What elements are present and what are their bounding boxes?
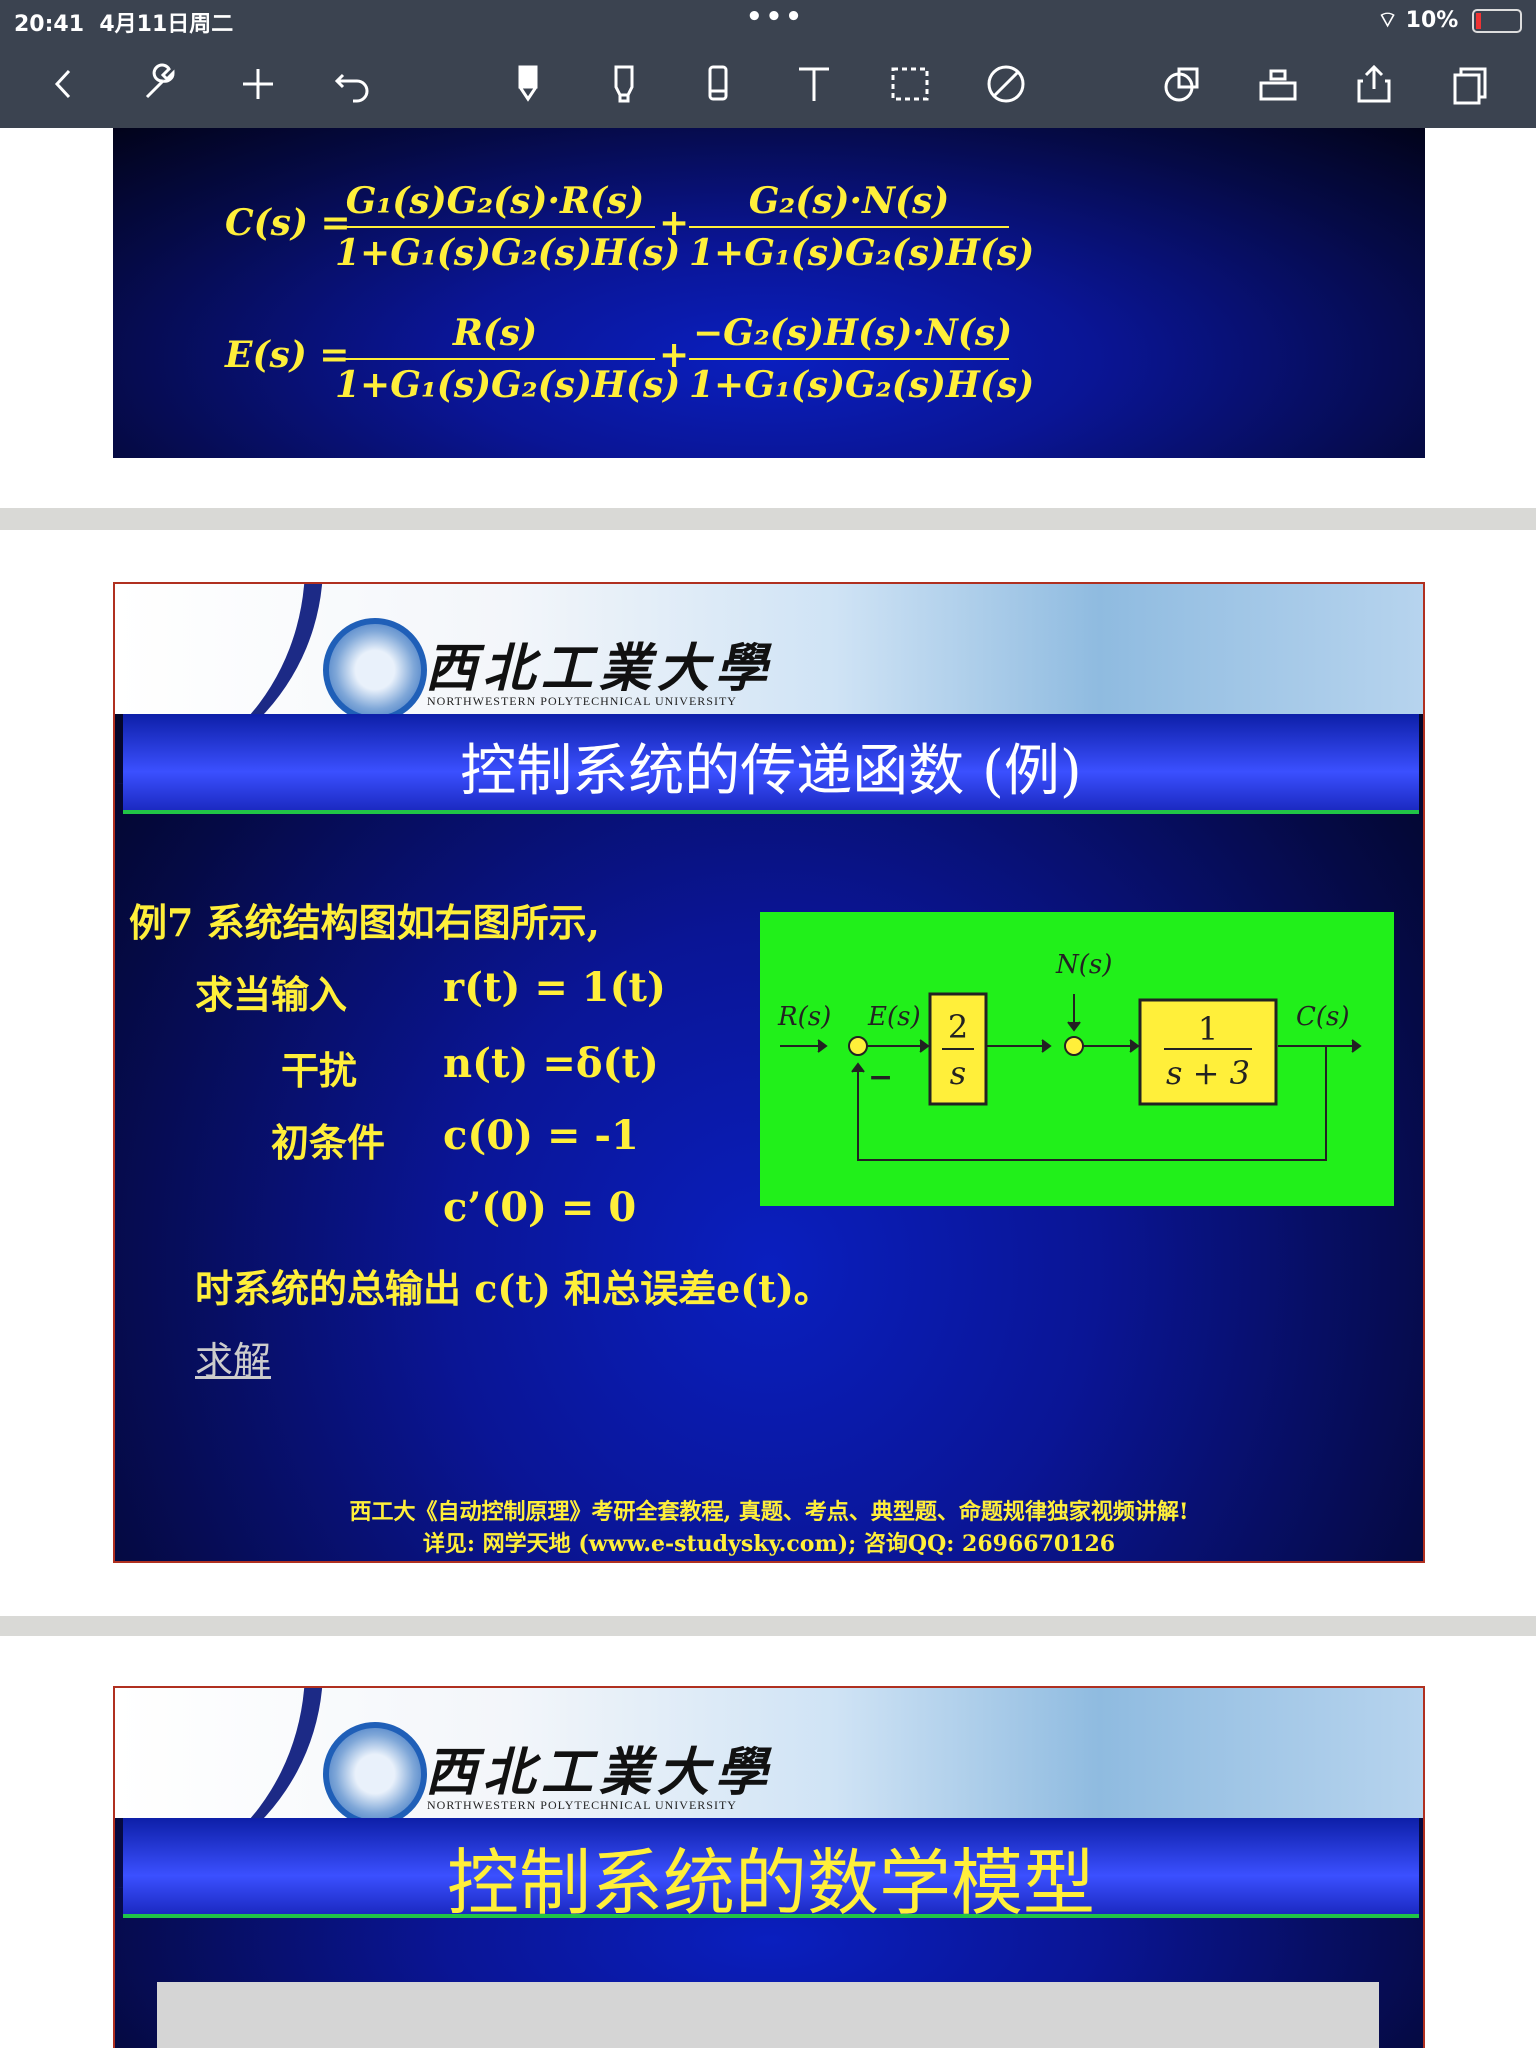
wrench-icon[interactable] — [132, 56, 188, 112]
row3-label: 初条件 — [271, 1120, 386, 1165]
slide-header-banner: 西北工業大學 NORTHWESTERN POLYTECHNICAL UNIVER… — [115, 584, 1423, 784]
label-N: N(s) — [1056, 950, 1113, 980]
share-icon[interactable] — [1346, 56, 1402, 112]
back-icon[interactable] — [36, 56, 92, 112]
eq2-term2: −G₂(s)H(s)·N(s) 1+G₁(s)G₂(s)H(s) — [689, 312, 1035, 406]
problem-intro: 例7 系统结构图如右图所示, — [129, 900, 600, 945]
eq1-term1: G₁(s)G₂(s)·R(s) 1+G₁(s)G₂(s)H(s) — [335, 180, 681, 274]
eq2-den2: 1+G₁(s)G₂(s)H(s) — [689, 364, 1035, 406]
eraser-icon[interactable] — [690, 56, 746, 112]
slide-transfer-function-example: 西北工業大學 NORTHWESTERN POLYTECHNICAL UNIVER… — [113, 582, 1425, 1563]
slide-header-banner: 西北工業大學 NORTHWESTERN POLYTECHNICAL UNIVER… — [115, 1688, 1423, 1888]
footer-line-2: 详见: 网学天地 (www.e-studysky.com); 咨询QQ: 269… — [422, 1531, 1116, 1557]
shapes-icon[interactable] — [1154, 56, 1210, 112]
wifi-icon: ⌔ — [1377, 8, 1398, 33]
slide-title-bar: 控制系统的数学模型 — [123, 1818, 1419, 1925]
eq1-plus: + — [659, 202, 690, 244]
eq1-term2: G₂(s)·N(s) 1+G₁(s)G₂(s)H(s) — [689, 180, 1035, 274]
row1-label: 求当输入 — [195, 972, 348, 1017]
label-C: C(s) — [1296, 1002, 1350, 1032]
university-name-en: NORTHWESTERN POLYTECHNICAL UNIVERSITY — [427, 1798, 737, 1812]
slide-title: 控制系统的数学模型 — [446, 1841, 1095, 1925]
block1-denominator: s — [949, 1054, 967, 1092]
eq2-den1: 1+G₁(s)G₂(s)H(s) — [335, 364, 681, 406]
document-page-1: C(s) = G₁(s)G₂(s)·R(s) 1+G₁(s)G₂(s)H(s) … — [0, 128, 1536, 508]
block2-numerator: 1 — [1197, 1010, 1219, 1048]
elements-icon[interactable] — [1250, 56, 1306, 112]
eq2-plus: + — [659, 334, 690, 376]
battery-icon — [1472, 9, 1522, 33]
pen-icon[interactable] — [500, 56, 556, 112]
pages-icon[interactable] — [1442, 56, 1498, 112]
university-logo — [323, 1722, 427, 1826]
eq2-num2: −G₂(s)H(s)·N(s) — [689, 312, 1012, 360]
row4-value: c’(0) = 0 — [443, 1184, 637, 1231]
eq1-num1: G₁(s)G₂(s)·R(s) — [335, 180, 655, 228]
block1-numerator: 2 — [947, 1008, 969, 1046]
status-bar: 20:41 4月11日周二 ••• ⌔ 10% — [0, 0, 1536, 40]
status-time: 20:41 4月11日周二 — [14, 6, 233, 38]
slide-title: 控制系统的传递函数 (例) — [460, 739, 1082, 804]
lasso-icon[interactable] — [882, 56, 938, 112]
date: 4月11日周二 — [99, 12, 234, 37]
university-name: 西北工業大學 — [425, 638, 774, 699]
university-name-en: NORTHWESTERN POLYTECHNICAL UNIVERSITY — [427, 694, 737, 708]
footer-line-1: 西工大《自动控制原理》考研全套教程, 真题、考点、典型题、命题规律独家视频讲解! — [349, 1499, 1189, 1525]
eq2-term1: R(s) 1+G₁(s)G₂(s)H(s) — [335, 312, 681, 406]
row2-label: 干扰 — [281, 1048, 358, 1093]
text-icon[interactable] — [786, 56, 842, 112]
slide-math-model: 西北工業大學 NORTHWESTERN POLYTECHNICAL UNIVER… — [113, 1686, 1425, 2048]
row1-value: r(t) = 1(t) — [443, 964, 666, 1011]
row2-value: n(t) =δ(t) — [443, 1040, 659, 1087]
eq2-lhs: E(s) = — [225, 334, 350, 376]
document-page-3: 西北工業大學 NORTHWESTERN POLYTECHNICAL UNIVER… — [0, 1636, 1536, 2048]
eq2-num1: R(s) — [335, 312, 655, 360]
content-placeholder-box — [157, 1982, 1379, 2048]
slide-equations: C(s) = G₁(s)G₂(s)·R(s) 1+G₁(s)G₂(s)H(s) … — [113, 128, 1425, 458]
label-R: R(s) — [778, 1002, 832, 1032]
toolbar — [0, 40, 1536, 128]
block-diagram: R(s) E(s) N(s) C(s) − 2 s 1 s + 3 — [760, 912, 1394, 1206]
solve-link[interactable]: 求解 — [195, 1330, 271, 1385]
clock: 20:41 — [14, 12, 85, 37]
problem-end: 时系统的总输出 c(t) 和总误差e(t)。 — [195, 1266, 832, 1311]
block2-denominator: s + 3 — [1166, 1054, 1250, 1092]
label-minus: − — [868, 1060, 894, 1095]
battery-indicator: ⌔ 10% — [1377, 6, 1522, 34]
row3-value: c(0) = -1 — [443, 1112, 639, 1159]
university-logo — [323, 618, 427, 722]
multitask-dots-icon[interactable]: ••• — [746, 2, 805, 32]
eq1-lhs: C(s) = — [225, 202, 351, 244]
slide-title-bar: 控制系统的传递函数 (例) — [123, 714, 1419, 814]
eq1-den1: 1+G₁(s)G₂(s)H(s) — [335, 232, 681, 274]
university-name: 西北工業大學 — [425, 1742, 774, 1803]
eq1-den2: 1+G₁(s)G₂(s)H(s) — [689, 232, 1035, 274]
highlighter-icon[interactable] — [596, 56, 652, 112]
eq1-num2: G₂(s)·N(s) — [689, 180, 1009, 228]
label-E: E(s) — [868, 1002, 921, 1032]
battery-percent: 10% — [1405, 8, 1459, 33]
undo-icon[interactable] — [324, 56, 380, 112]
plus-icon[interactable] — [230, 56, 286, 112]
no-touch-icon[interactable] — [978, 56, 1034, 112]
document-page-2: 西北工業大學 NORTHWESTERN POLYTECHNICAL UNIVER… — [0, 530, 1536, 1616]
